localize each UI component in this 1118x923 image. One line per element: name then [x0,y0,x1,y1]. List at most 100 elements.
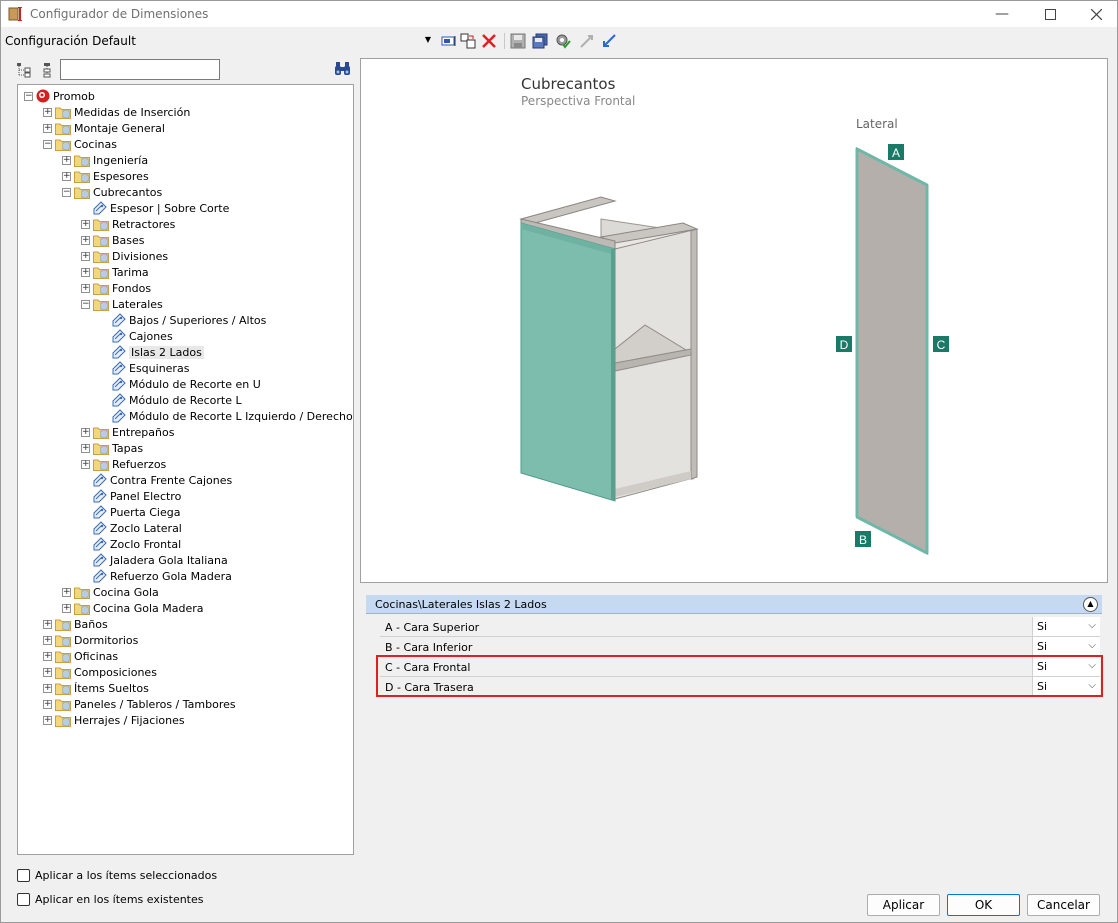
apply-existing-checkbox-row[interactable]: Aplicar en los ítems existentes [17,891,204,907]
apply-selected-checkbox-row[interactable]: Aplicar a los ítems seleccionados [17,867,217,883]
configuration-select[interactable]: Configuración Default ▼ [5,32,433,50]
expand-icon[interactable]: + [81,443,90,453]
cancel-button[interactable]: Cancelar [1027,894,1100,916]
tree-item[interactable]: + Oficinas [43,648,118,664]
tree-item[interactable]: + Tapas [81,440,143,456]
expand-icon[interactable]: + [43,635,52,645]
tree-item[interactable]: + Paneles / Tableros / Tambores [43,696,236,712]
expand-icon[interactable]: + [43,107,52,117]
folder-icon [93,251,109,263]
settings-check-icon[interactable] [555,33,571,49]
property-value-select[interactable]: Si ⌵ [1032,677,1100,696]
expand-icon[interactable]: + [62,155,71,165]
tree-item[interactable]: Islas 2 Lados [100,344,204,360]
tree-search-input[interactable] [60,59,220,80]
expand-icon[interactable]: + [43,123,52,133]
export-icon[interactable] [579,33,595,49]
tree-item[interactable]: + Baños [43,616,108,632]
tree-item[interactable]: + Retractores [81,216,175,232]
tree-item[interactable]: − Cubrecantos [62,184,162,200]
property-row-d[interactable]: D - Cara Trasera Si ⌵ [380,677,1100,697]
tree-item[interactable]: Jaladera Gola Italiana [81,552,228,568]
expand-icon[interactable]: + [81,459,90,469]
tree-item[interactable]: + Divisiones [81,248,168,264]
expand-icon[interactable]: + [43,667,52,677]
category-tree[interactable]: − Promob + Medidas de Inserción + Montaje Gen… [17,84,354,855]
expand-icon[interactable]: + [81,235,90,245]
expand-icon[interactable]: + [62,171,71,181]
expand-icon[interactable]: + [81,251,90,261]
tree-item[interactable]: + Fondos [81,280,151,296]
tree-item[interactable]: Cajones [100,328,173,344]
expand-icon[interactable]: + [43,619,52,629]
collapse-tree-icon[interactable] [39,62,55,78]
tree-item[interactable]: + Entrepaños [81,424,174,440]
tree-item[interactable]: + Medidas de Inserción [43,104,190,120]
tree-item[interactable]: − Promob [24,88,95,104]
tree-item[interactable]: Zoclo Frontal [81,536,181,552]
tree-item[interactable]: Módulo de Recorte en U [100,376,261,392]
collapse-icon[interactable]: − [43,139,52,149]
expand-tree-icon[interactable] [16,62,32,78]
tree-item[interactable]: + Espesores [62,168,149,184]
property-value-select[interactable]: Si ⌵ [1032,637,1100,656]
ok-button[interactable]: OK [947,894,1020,916]
maximize-button[interactable] [1027,1,1073,27]
tree-item[interactable]: + Dormitorios [43,632,138,648]
property-row-a[interactable]: A - Cara Superior Si ⌵ [380,617,1100,637]
property-row-b[interactable]: B - Cara Inferior Si ⌵ [380,637,1100,657]
copy-config-icon[interactable] [460,33,476,49]
collapse-icon[interactable]: − [62,187,71,197]
tree-item[interactable]: − Cocinas [43,136,117,152]
minimize-button[interactable]: — [979,1,1025,27]
tree-item[interactable]: Refuerzo Gola Madera [81,568,232,584]
tree-item[interactable]: + Cocina Gola Madera [62,600,204,616]
tree-item[interactable]: Panel Electro [81,488,181,504]
expand-icon[interactable]: + [43,683,52,693]
apply-button[interactable]: Aplicar [867,894,940,916]
tree-item[interactable]: Espesor | Sobre Corte [81,200,229,216]
tree-item[interactable]: + Cocina Gola [62,584,159,600]
expand-icon[interactable]: + [81,283,90,293]
property-row-c[interactable]: C - Cara Frontal Si ⌵ [380,657,1100,677]
tree-item[interactable]: + Refuerzos [81,456,166,472]
collapse-icon[interactable]: − [24,91,33,101]
binoculars-search-icon[interactable] [334,61,351,77]
save-icon[interactable] [510,33,526,49]
tree-item[interactable]: Bajos / Superiores / Altos [100,312,266,328]
expand-icon[interactable]: + [43,651,52,661]
expand-icon[interactable]: + [43,715,52,725]
tree-item[interactable]: Contra Frente Cajones [81,472,232,488]
tree-item[interactable]: + Tarima [81,264,149,280]
tree-item[interactable]: Puerta Ciega [81,504,180,520]
tree-item[interactable]: + Composiciones [43,664,157,680]
tree-item[interactable]: + Bases [81,232,145,248]
import-icon[interactable] [601,33,617,49]
tree-item[interactable]: Módulo de Recorte L [100,392,242,408]
tree-item[interactable]: + Ingeniería [62,152,148,168]
apply-existing-checkbox[interactable] [17,892,30,906]
tree-item[interactable]: − Laterales [81,296,163,312]
tree-item[interactable]: + Herrajes / Fijaciones [43,712,185,728]
tree-item[interactable]: Zoclo Lateral [81,520,182,536]
delete-config-icon[interactable] [481,33,497,49]
tree-item[interactable]: + Ítems Sueltos [43,680,149,696]
expand-icon[interactable]: + [62,587,71,597]
expand-icon[interactable]: + [81,219,90,229]
tree-item[interactable]: Módulo de Recorte L Izquierdo / Derecho [100,408,353,424]
rename-config-icon[interactable] [441,33,457,49]
expand-icon[interactable]: + [43,699,52,709]
close-button[interactable] [1073,1,1118,27]
expand-icon[interactable]: + [62,603,71,613]
save-all-icon[interactable] [532,33,548,49]
expand-icon[interactable]: + [81,267,90,277]
expand-icon[interactable]: + [81,427,90,437]
tree-item[interactable]: Esquineras [100,360,189,376]
collapse-icon[interactable]: − [81,299,90,309]
property-grid-header[interactable]: Cocinas\Laterales Islas 2 Lados ▲ [366,595,1102,614]
tree-item[interactable]: + Montaje General [43,120,165,136]
property-value-select[interactable]: Si ⌵ [1032,657,1100,676]
property-value-select[interactable]: Si ⌵ [1032,617,1100,636]
apply-selected-checkbox[interactable] [17,868,30,882]
collapse-up-icon[interactable]: ▲ [1083,597,1098,612]
